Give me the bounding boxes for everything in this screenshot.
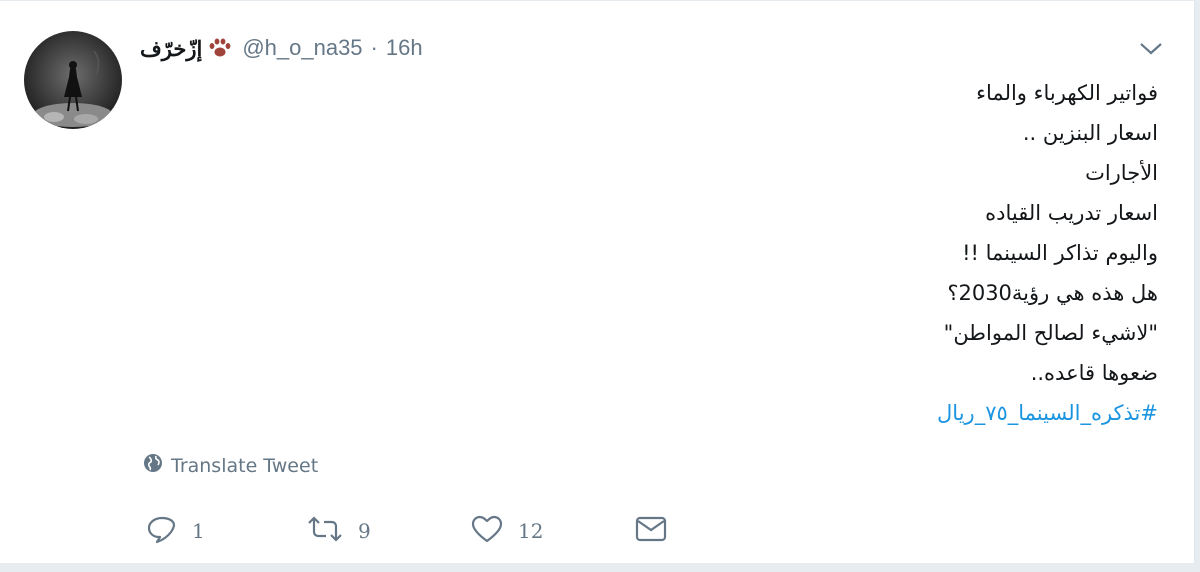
globe-icon [143,453,171,478]
hashtag-link[interactable]: #تذكره_السينما_٧٥_ريال [937,393,1158,433]
reply-icon [146,514,178,548]
retweet-icon [306,514,344,548]
direct-message-button[interactable] [634,513,668,549]
tweet-actions: 1 9 12 [146,513,686,549]
tweet-text: فواتير الكهرباء والماء اسعار البنزين .. … [937,73,1158,433]
avatar[interactable] [24,31,122,129]
tweet-line: فواتير الكهرباء والماء [976,81,1158,105]
tweet-line: الأجارات [1085,161,1158,185]
tweet-line: واليوم تذاكر السينما !! [962,241,1158,265]
tweet-line: اسعار تدريب القياده [985,201,1158,225]
tweet-card[interactable]: إزّخرّف @h_o_na35 · 16h فواتير الكهرباء … [0,0,1195,563]
retweet-count: 9 [358,519,371,543]
paw-icon [208,37,232,59]
tweet-header: إزّخرّف @h_o_na35 · 16h [140,31,423,65]
tweet-timestamp[interactable]: 16h [386,35,423,61]
reply-count: 1 [192,519,205,543]
envelope-icon [634,514,668,548]
like-count: 12 [518,519,544,543]
avatar-image [24,31,122,129]
tweet-line: "لاشيء لصالح المواطن" [943,321,1158,345]
display-name[interactable]: إزّخرّف [140,36,202,61]
like-button[interactable]: 12 [470,513,543,549]
reply-button[interactable]: 1 [146,513,205,549]
tweet-line: اسعار البنزين .. [1022,121,1158,145]
translate-label: Translate Tweet [171,454,319,477]
user-handle[interactable]: @h_o_na35 [242,35,362,61]
heart-icon [470,514,504,548]
header-separator: · [370,35,378,60]
retweet-button[interactable]: 9 [306,513,371,549]
chevron-down-icon[interactable] [1136,39,1166,59]
translate-tweet-button[interactable]: Translate Tweet [143,453,318,478]
tweet-line: هل هذه هي رؤية2030؟ [947,281,1158,305]
tweet-line: ضعوها قاعده.. [1030,361,1158,385]
